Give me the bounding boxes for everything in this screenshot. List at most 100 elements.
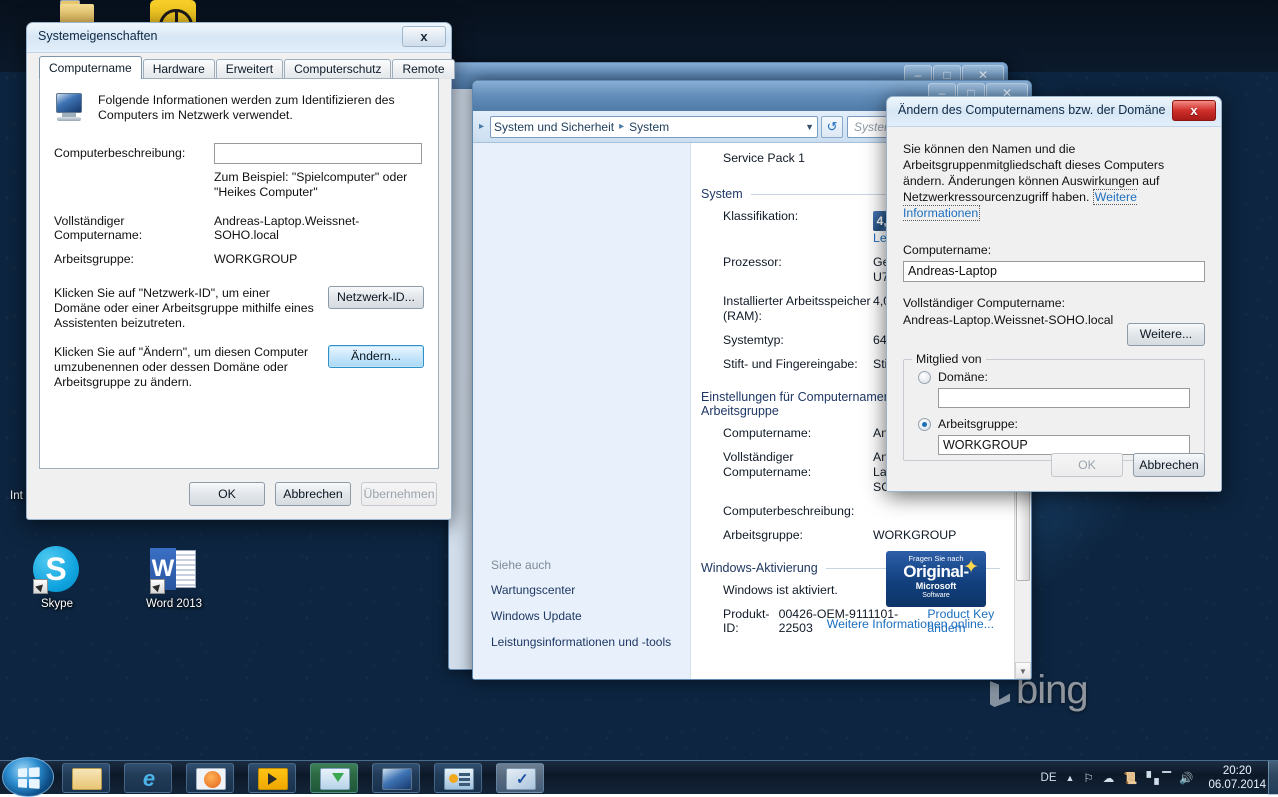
breadcrumb-separator-icon: ▸ [619,121,624,132]
workgroup-radio-button[interactable] [918,418,931,431]
chevron-down-icon[interactable]: ▼ [805,122,814,132]
taskbar[interactable]: e ✓ DE ▲ ⚐ ☁ 📜 ▘▖▔ 🔊 [0,760,1278,794]
control-panel-taskbar-button[interactable] [434,763,482,793]
back-chevron-icon: ▸ [477,121,486,132]
workgroup-label: Arbeitsgruppe: [54,252,214,266]
more-button[interactable]: Weitere... [1127,323,1205,346]
tab-computername[interactable]: Computername [39,56,142,79]
download-icon [320,768,350,790]
system-check-icon: ✓ [506,768,536,790]
see-also-section: Siehe auch Wartungscenter Windows Update… [491,558,681,661]
control-panel-icon [444,768,474,790]
full-name-label: Vollständiger Computername: [903,296,1205,310]
clock-time: 20:20 [1208,764,1266,778]
start-orb[interactable] [2,757,54,797]
language-indicator[interactable]: DE [1041,772,1057,784]
ok-button: OK [1051,453,1123,477]
intro-block: Folgende Informationen werden zum Identi… [40,79,438,123]
see-also-link-windows-update[interactable]: Windows Update [491,609,681,624]
clock-date: 06.07.2014 [1208,778,1266,792]
table-row: Arbeitsgruppe: WORKGROUP [691,528,1014,543]
cancel-button[interactable]: Abbrechen [275,482,351,506]
refresh-icon[interactable]: ↺ [821,116,843,138]
network-id-button[interactable]: Netzwerk-ID... [328,286,424,309]
tab-remote[interactable]: Remote [392,59,454,79]
chevron-up-icon[interactable]: ▲ [1066,773,1075,783]
media-player-icon [196,768,226,790]
tab-strip[interactable]: Computername Hardware Erweitert Computer… [39,57,439,79]
shortcut-label: Word 2013 [131,598,217,611]
tab-computerschutz[interactable]: Computerschutz [284,59,391,79]
volume-icon[interactable]: 🔊 [1179,771,1193,785]
explorer-taskbar-button[interactable] [62,763,110,793]
star-icon: ✦ [963,558,979,577]
breadcrumb-item-1[interactable]: System [629,120,669,134]
dialog-body: Sie können den Namen und die Arbeitsgrup… [887,127,1221,491]
close-button[interactable]: x [1172,100,1216,121]
clock[interactable]: 20:20 06.07.2014 [1208,764,1266,792]
dialog-title: Systemeigenschaften [38,29,158,43]
tab-panel-computername: Folgende Informationen werden zum Identi… [39,78,439,469]
dialog-button-bar: OK Abbrechen Übernehmen [189,482,437,506]
show-desktop-button[interactable] [1268,761,1278,795]
see-also-link-leistungsinformationen[interactable]: Leistungsinformationen und -tools [491,635,681,650]
system-properties-taskbar-button[interactable]: ✓ [496,763,544,793]
breadcrumb[interactable]: System und Sicherheit ▸ System ▼ [490,116,818,138]
ok-button[interactable]: OK [189,482,265,506]
desktop-shortcut-skype[interactable]: S Skype [14,546,100,611]
genuine-microsoft-badge: ✦ Fragen Sie nach Original- Microsoft So… [886,551,986,607]
workgroup-input[interactable]: WORKGROUP [938,435,1190,455]
domain-label: Domäne: [938,370,988,384]
full-name-row: Vollständiger Computername: Andreas-Lapt… [40,200,438,242]
workgroup-row: Arbeitsgruppe: WORKGROUP [40,242,438,266]
row-key: Systemtyp: [723,333,873,348]
shortcut-label: Skype [14,598,100,611]
desktop-shortcut-word[interactable]: W Word 2013 [131,546,217,611]
workgroup-radio-row[interactable]: Arbeitsgruppe: [918,417,1204,431]
system-properties-dialog[interactable]: Systemeigenschaften x Computername Hardw… [26,22,452,520]
word-icon: W [150,546,198,594]
row-key: Stift- und Fingereingabe: [723,357,873,372]
dialog-button-bar: OK Abbrechen [1051,453,1205,477]
product-id-label: Produkt-ID: [723,607,773,635]
change-text: Klicken Sie auf "Ändern", um diesen Comp… [54,345,318,390]
system-tray[interactable]: DE ▲ ⚐ ☁ 📜 ▘▖▔ 🔊 20:20 06.07.2014 [1031,761,1278,795]
network-monitor-icon [382,768,412,790]
download-taskbar-button[interactable] [310,763,358,793]
domain-radio-row[interactable]: Domäne: [918,370,1204,384]
cloud-icon[interactable]: ☁ [1103,771,1115,785]
domain-input[interactable] [938,388,1190,408]
see-also-link-wartungscenter[interactable]: Wartungscenter [491,583,681,598]
tab-erweitert[interactable]: Erweitert [216,59,283,79]
network-signal-icon[interactable]: ▘▖▔ [1147,771,1171,785]
more-info-online-link[interactable]: Weitere Informationen online... [827,617,994,631]
description-input[interactable] [214,143,422,164]
row-key: Arbeitsgruppe: [723,528,873,543]
video-app-taskbar-button[interactable] [248,763,296,793]
workgroup-value: WORKGROUP [214,252,422,266]
media-player-taskbar-button[interactable] [186,763,234,793]
dialog-titlebar[interactable]: Systemeigenschaften x [27,23,451,53]
internet-explorer-taskbar-button[interactable]: e [124,763,172,793]
network-taskbar-button[interactable] [372,763,420,793]
domain-radio-button[interactable] [918,371,931,384]
change-computer-name-dialog[interactable]: Ändern des Computernamens bzw. der Domän… [886,96,1222,492]
shortcut-arrow-icon [150,579,165,594]
scroll-down-icon[interactable]: ▼ [1015,662,1031,679]
tab-hardware[interactable]: Hardware [143,59,215,79]
dialog-titlebar[interactable]: Ändern des Computernamens bzw. der Domän… [887,97,1221,127]
row-key: Computerbeschreibung: [723,504,873,519]
computer-name-input[interactable]: Andreas-Laptop [903,261,1205,282]
flag-icon[interactable]: ⚐ [1083,771,1093,785]
row-key: Installierter Arbeitsspeicher (RAM): [723,294,873,324]
close-button[interactable]: x [402,26,446,47]
breadcrumb-item-0[interactable]: System und Sicherheit [494,120,614,134]
change-button[interactable]: Ändern... [328,345,424,368]
navigation-pane[interactable]: Siehe auch Wartungscenter Windows Update… [473,143,691,679]
cancel-button[interactable]: Abbrechen [1133,453,1205,477]
bing-logo-icon [990,681,1010,707]
desktop-partial-label: Int [10,490,23,502]
change-row: Klicken Sie auf "Ändern", um diesen Comp… [40,331,438,390]
member-of-legend: Mitglied von [912,352,986,366]
action-center-icon[interactable]: 📜 [1123,771,1137,785]
